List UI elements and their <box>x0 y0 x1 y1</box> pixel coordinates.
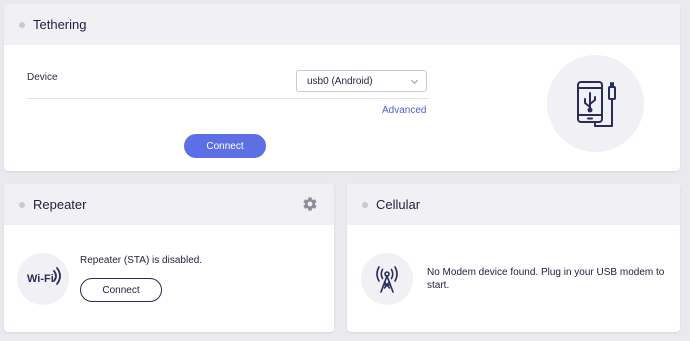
cellular-title: Cellular <box>376 197 421 212</box>
device-select[interactable]: usb0 (Android) <box>296 70 427 92</box>
wifi-text: Wi-Fi <box>27 273 54 285</box>
cellular-card: Cellular No Modem device found. Plug in … <box>347 184 680 332</box>
tethering-header: Tethering <box>4 4 680 45</box>
chevron-down-icon <box>410 79 419 85</box>
tethering-card: Tethering Device usb0 (Android) Advanced… <box>4 4 680 171</box>
repeater-title: Repeater <box>33 197 87 212</box>
repeater-connect-button[interactable]: Connect <box>80 278 162 302</box>
repeater-card: Repeater Wi-Fi Repeater (STA) is disable… <box>4 184 334 332</box>
repeater-status: Repeater (STA) is disabled. <box>80 255 203 266</box>
cellular-status: No Modem device found. Plug in your USB … <box>427 267 665 291</box>
header-bullet <box>362 201 368 208</box>
header-bullet <box>19 201 25 208</box>
wifi-icon: Wi-Fi <box>27 267 61 285</box>
device-label: Device <box>27 72 58 83</box>
tethering-title: Tethering <box>33 17 87 32</box>
cell-tower-icon <box>376 266 398 293</box>
tethering-connect-button[interactable]: Connect <box>184 134 266 158</box>
repeater-header: Repeater <box>4 184 334 225</box>
tethering-illustration <box>547 55 644 152</box>
divider <box>27 98 429 99</box>
cellular-header: Cellular <box>347 184 680 225</box>
repeater-illustration: Wi-Fi <box>17 253 69 305</box>
advanced-link[interactable]: Advanced <box>382 105 426 116</box>
device-select-value: usb0 (Android) <box>307 76 373 87</box>
phone-usb-icon <box>576 80 616 127</box>
cellular-illustration <box>361 253 413 305</box>
gear-icon[interactable] <box>302 196 318 212</box>
header-bullet <box>19 21 25 28</box>
